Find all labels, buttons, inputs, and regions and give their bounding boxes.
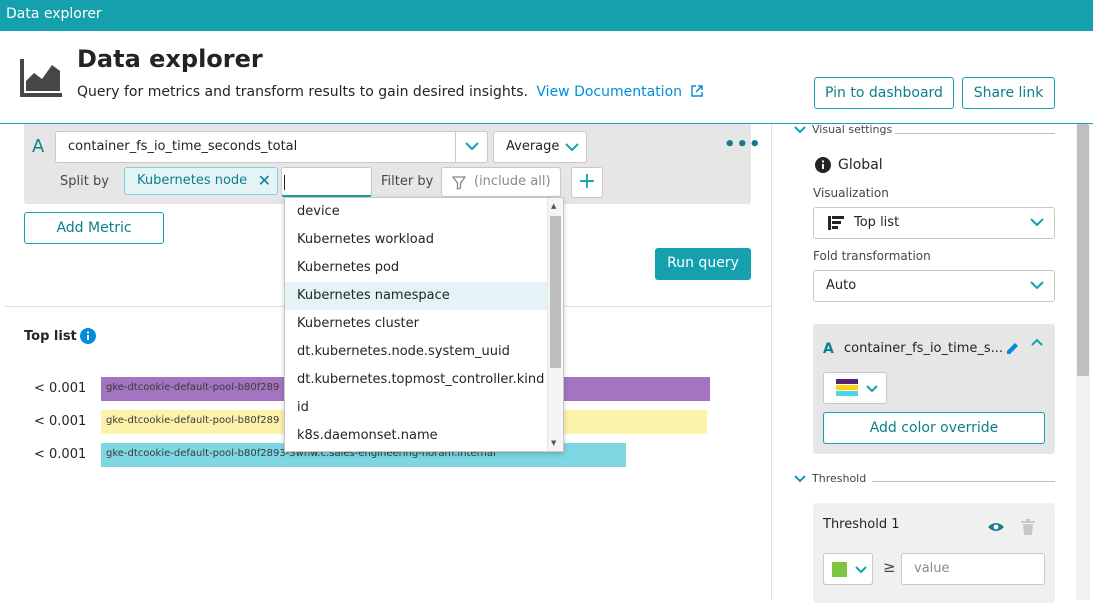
dropdown-option[interactable]: Kubernetes cluster: [285, 310, 547, 338]
color-palette-select[interactable]: [823, 372, 887, 404]
chevron-down-icon: [465, 142, 479, 151]
row-value: < 0.001: [34, 414, 87, 429]
visualization-select[interactable]: Top list: [813, 207, 1055, 239]
metric-query-box: A container_fs_io_time_seconds_total Ave…: [24, 124, 761, 204]
fold-transformation-label: Fold transformation: [813, 249, 931, 263]
doc-link-label[interactable]: View Documentation: [536, 84, 682, 100]
share-link-button[interactable]: Share link: [962, 77, 1055, 109]
dropdown-option[interactable]: id: [285, 394, 547, 422]
filter-icon: [452, 176, 466, 190]
run-query-button[interactable]: Run query: [655, 248, 751, 280]
top-bar-title: Data explorer: [6, 6, 102, 22]
add-metric-button[interactable]: Add Metric: [24, 212, 164, 244]
threshold-header[interactable]: Threshold: [812, 472, 866, 485]
text-caret: [284, 175, 285, 190]
settings-pane: Visual settings Global Visualization Top…: [771, 123, 1093, 603]
query-letter: A: [32, 136, 45, 157]
data-explorer-icon: [20, 59, 62, 97]
aggregation-value: Average: [506, 139, 560, 154]
settings-scrollbar-thumb[interactable]: [1077, 124, 1089, 376]
chevron-up-icon[interactable]: [1031, 338, 1043, 346]
subtitle-text: Query for metrics and transform results …: [77, 84, 528, 100]
external-link-icon: [691, 85, 704, 97]
view-documentation-link[interactable]: View Documentation: [536, 84, 704, 100]
add-color-override-button[interactable]: Add color override: [823, 412, 1045, 444]
remove-chip-icon[interactable]: ✕: [258, 171, 271, 190]
filter-placeholder: (include all): [474, 174, 551, 189]
threshold-title: Threshold 1: [823, 517, 900, 532]
trash-icon[interactable]: [1021, 519, 1035, 535]
metric-dropdown-toggle[interactable]: [455, 132, 487, 162]
filter-input[interactable]: (include all): [441, 167, 561, 197]
threshold-value-input[interactable]: value: [901, 553, 1045, 585]
split-by-dropdown: device Kubernetes workload Kubernetes po…: [284, 197, 564, 452]
chevron-down-icon: [1030, 281, 1044, 290]
info-circle-icon: [815, 157, 831, 173]
visual-settings-header[interactable]: Visual settings: [812, 123, 892, 136]
top-list-icon: [828, 216, 844, 230]
split-chip-label: Kubernetes node: [137, 173, 248, 188]
fold-transformation-select[interactable]: Auto: [813, 270, 1055, 302]
dropdown-option[interactable]: Kubernetes pod: [285, 254, 547, 282]
scroll-up-arrow-icon[interactable]: ▲: [551, 202, 556, 210]
threshold-value-placeholder: value: [914, 561, 950, 576]
series-letter: A: [823, 341, 834, 357]
page-title: Data explorer: [77, 45, 263, 73]
split-by-label: Split by: [60, 174, 109, 189]
metric-selector[interactable]: container_fs_io_time_seconds_total: [55, 131, 488, 163]
split-by-input[interactable]: [281, 167, 372, 197]
dropdown-option[interactable]: dt.kubernetes.topmost_controller.kind: [285, 366, 547, 394]
more-options-button[interactable]: •••: [724, 134, 762, 155]
threshold-operator: ≥: [883, 558, 896, 576]
dropdown-option[interactable]: Kubernetes workload: [285, 226, 547, 254]
section-divider: [895, 133, 1055, 134]
info-icon[interactable]: [80, 328, 96, 344]
visualization-label: Visualization: [813, 186, 889, 200]
fold-value: Auto: [826, 278, 857, 293]
chevron-down-icon[interactable]: [794, 475, 806, 483]
row-value: < 0.001: [34, 447, 87, 462]
bar-label: gke-dtcookie-default-pool-b80f289: [106, 382, 280, 393]
chevron-down-icon: [565, 143, 579, 152]
metric-name: container_fs_io_time_seconds_total: [68, 139, 298, 154]
eye-icon[interactable]: [987, 521, 1005, 533]
dropdown-option[interactable]: k8s.daemonset.name: [285, 422, 547, 450]
filter-by-label: Filter by: [381, 174, 434, 189]
global-label: Global: [838, 157, 883, 173]
chevron-down-icon: [1030, 218, 1044, 227]
top-bar: Data explorer: [0, 0, 1093, 31]
threshold-color-select[interactable]: [823, 553, 873, 585]
chevron-down-icon: [855, 566, 867, 574]
aggregation-selector[interactable]: Average: [493, 131, 587, 163]
page-header: Data explorer Query for metrics and tran…: [0, 31, 1093, 124]
toplist-title: Top list: [24, 329, 77, 344]
threshold-box: Threshold 1 ≥ value: [813, 503, 1055, 603]
color-palette-swatch-icon: [836, 379, 858, 396]
chevron-down-icon: [866, 385, 878, 393]
chevron-down-icon[interactable]: [794, 126, 806, 134]
threshold-color-swatch: [832, 562, 847, 577]
dropdown-option[interactable]: device: [285, 198, 547, 226]
pin-to-dashboard-button[interactable]: Pin to dashboard: [814, 77, 954, 109]
add-filter-button[interactable]: +: [571, 167, 603, 198]
visualization-value: Top list: [854, 215, 900, 230]
bar-label: gke-dtcookie-default-pool-b80f289: [106, 415, 280, 426]
dropdown-scrollbar-thumb[interactable]: [550, 216, 561, 368]
scroll-down-arrow-icon[interactable]: ▼: [551, 439, 556, 447]
section-divider: [872, 481, 1055, 482]
split-chip[interactable]: Kubernetes node ✕: [124, 167, 278, 195]
series-name: container_fs_io_time_s...: [844, 341, 1004, 356]
row-value: < 0.001: [34, 381, 87, 396]
dropdown-option[interactable]: dt.kubernetes.node.system_uuid: [285, 338, 547, 366]
dropdown-option-highlighted[interactable]: Kubernetes namespace: [285, 282, 547, 310]
page-subtitle: Query for metrics and transform results …: [77, 84, 704, 100]
series-settings-box: A container_fs_io_time_s... Add color ov…: [813, 324, 1055, 454]
edit-pencil-icon[interactable]: [1005, 341, 1020, 356]
